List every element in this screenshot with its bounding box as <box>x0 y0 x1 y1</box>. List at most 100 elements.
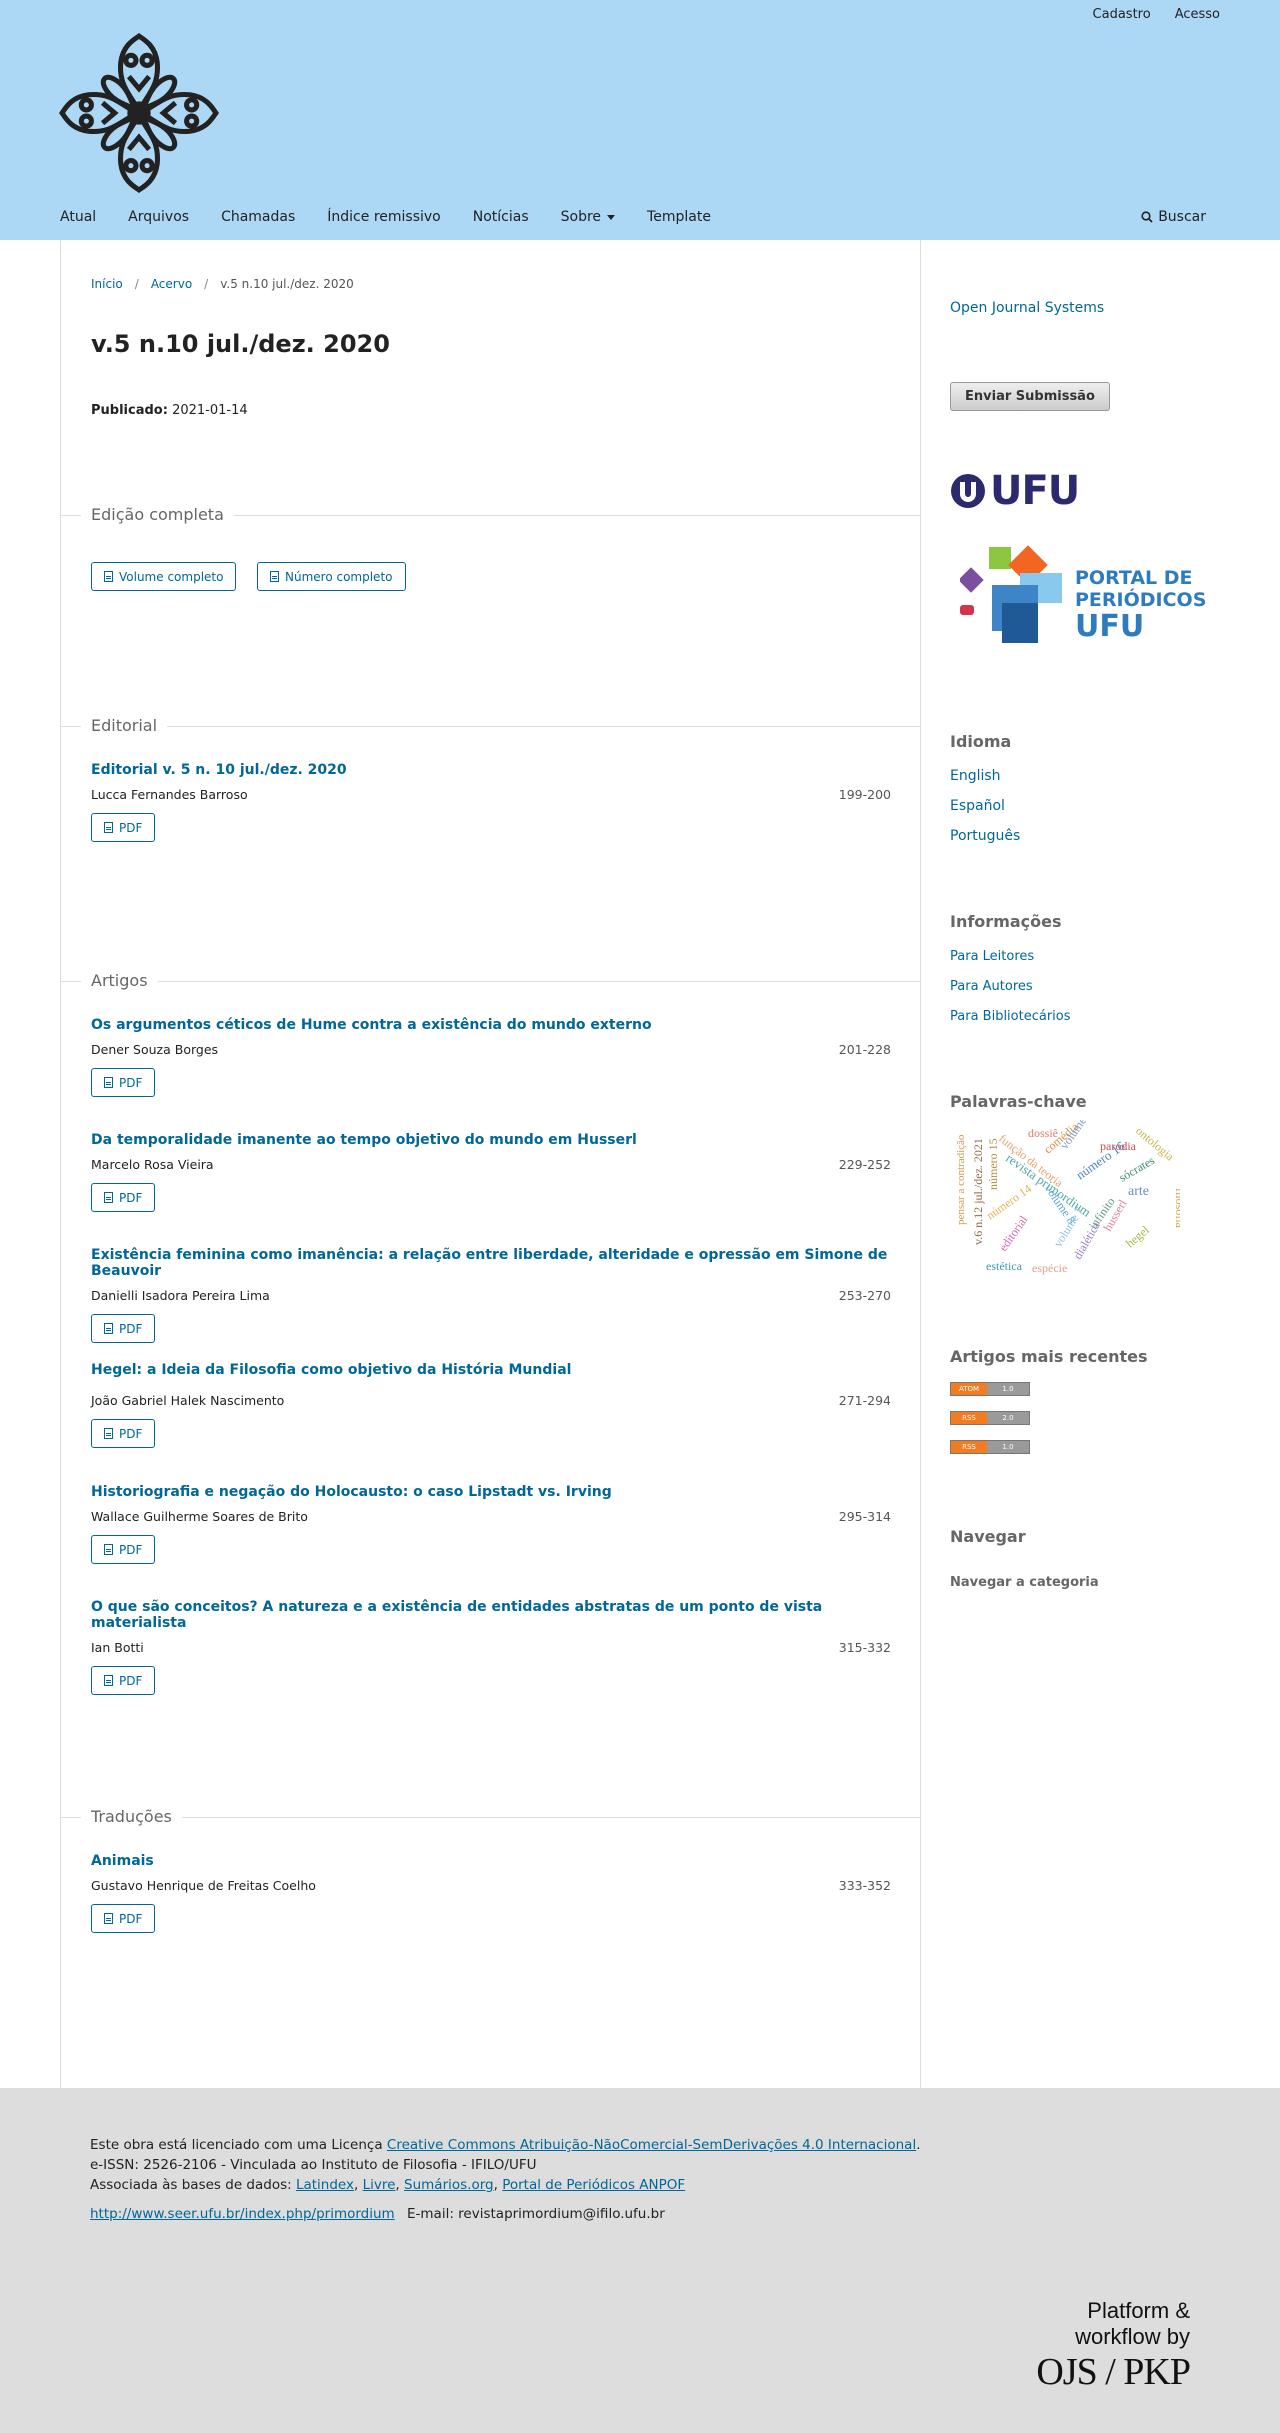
info-block-title: Informações <box>950 912 1062 931</box>
feed-version: 1.0 <box>987 1441 1029 1453</box>
keyword[interactable]: estética <box>986 1259 1023 1273</box>
breadcrumb: Início / Acervo / v.5 n.10 jul./dez. 202… <box>91 277 354 291</box>
page-title: v.5 n.10 jul./dez. 2020 <box>91 330 390 358</box>
article-title-link[interactable]: Animais <box>91 1853 891 1869</box>
pdf-button[interactable]: PDF <box>91 1419 156 1448</box>
section-divider <box>61 1817 921 1818</box>
keyword-cloud[interactable]: dossiê ontologia paródia comédia número … <box>950 1120 1180 1280</box>
journal-logo[interactable] <box>58 32 220 194</box>
ufu-emblem-icon <box>951 474 985 508</box>
index-sumarios-link[interactable]: Sumários.org <box>404 2177 494 2193</box>
article-pages: 315-332 <box>838 1640 891 1655</box>
pdf-button[interactable]: PDF <box>91 1314 156 1343</box>
article-title-link[interactable]: O que são conceitos? A natureza e a exis… <box>91 1599 891 1631</box>
language-espanol[interactable]: Español <box>950 798 1005 814</box>
keyword[interactable]: ontologia <box>1133 1124 1177 1164</box>
keyword[interactable]: arte <box>1128 1184 1149 1199</box>
section-title: Editorial <box>81 716 168 735</box>
ojs-link[interactable]: Open Journal Systems <box>950 300 1104 316</box>
keyword[interactable]: sócrates <box>1117 1153 1158 1185</box>
keyword[interactable]: v.6 n.12 jul./dez. 2021 <box>971 1138 985 1245</box>
keyword[interactable]: editorial <box>996 1212 1031 1253</box>
file-icon <box>104 1544 113 1555</box>
article-title-link[interactable]: Da temporalidade imanente ao tempo objet… <box>91 1132 891 1148</box>
pdf-button[interactable]: PDF <box>91 1183 156 1212</box>
contact-email: E-mail: revistaprimordium@ifilo.ufu.br <box>407 2206 665 2222</box>
article-title-link[interactable]: Hegel: a Ideia da Filosofia como objetiv… <box>91 1362 891 1378</box>
button-label: PDF <box>119 1075 143 1090</box>
button-label: PDF <box>119 1426 143 1441</box>
portal-logo-line: UFU <box>1075 609 1145 644</box>
browse-category-link[interactable]: Navegar a categoria <box>950 1575 1099 1590</box>
language-english[interactable]: English <box>950 768 1001 784</box>
article-author: Marcelo Rosa Vieira <box>91 1157 214 1172</box>
login-link[interactable]: Acesso <box>1175 7 1220 22</box>
file-icon <box>104 1913 113 1924</box>
file-icon <box>104 1428 113 1439</box>
full-volume-button[interactable]: Volume completo <box>91 562 237 591</box>
nav-index[interactable]: Índice remissivo <box>327 209 440 225</box>
caret-down-icon <box>607 214 616 220</box>
register-link[interactable]: Cadastro <box>1093 7 1151 22</box>
site-header: Cadastro Acesso Atual Arquivos Chamadas … <box>0 0 1280 240</box>
section-header-editorial: Editorial <box>61 716 921 736</box>
article-pages: 295-314 <box>838 1509 891 1524</box>
nav-about[interactable]: Sobre <box>560 209 616 225</box>
button-label: Volume completo <box>119 569 224 584</box>
nav-about-label: Sobre <box>560 209 602 225</box>
article-author: Wallace Guilherme Soares de Brito <box>91 1509 308 1524</box>
article-pages: 201-228 <box>838 1042 891 1057</box>
article-title-link[interactable]: Os argumentos céticos de Hume contra a e… <box>91 1017 891 1033</box>
full-issue-button[interactable]: Número completo <box>257 562 406 591</box>
button-label: PDF <box>119 1321 143 1336</box>
submit-button[interactable]: Enviar Submissão <box>950 382 1110 411</box>
info-readers-link[interactable]: Para Leitores <box>950 949 1034 964</box>
pkp-brand-link[interactable]: Platform & workflow by OJS / PKP <box>1030 2298 1191 2394</box>
license-prefix: Este obra está licenciado com uma Licenç… <box>90 2137 387 2153</box>
nav-archives[interactable]: Arquivos <box>128 209 189 225</box>
article-pages: 229-252 <box>838 1157 891 1172</box>
info-librarians-link[interactable]: Para Bibliotecários <box>950 1009 1071 1024</box>
portal-logo-line: PERIÓDICOS <box>1075 589 1207 611</box>
article-meta: Ian Botti 315-332 <box>91 1640 891 1655</box>
pdf-button[interactable]: PDF <box>91 1904 156 1933</box>
language-portugues[interactable]: Português <box>950 828 1020 844</box>
article-title-link[interactable]: Existência feminina como imanência: a re… <box>91 1247 891 1279</box>
license-link[interactable]: Creative Commons Atribuição-NãoComercial… <box>387 2137 916 2153</box>
keyword[interactable]: número 15 <box>986 1138 1000 1190</box>
article-pages: 199-200 <box>838 787 891 802</box>
pdf-button[interactable]: PDF <box>91 1666 156 1695</box>
rss2-feed-link[interactable]: RSS 2.0 <box>950 1411 1030 1425</box>
nav-calls[interactable]: Chamadas <box>221 209 295 225</box>
rss1-feed-link[interactable]: RSS 1.0 <box>950 1440 1030 1454</box>
nav-template[interactable]: Template <box>647 209 711 225</box>
ufu-logo[interactable]: UFU <box>950 468 1080 514</box>
info-authors-link[interactable]: Para Autores <box>950 979 1033 994</box>
index-anpof-link[interactable]: Portal de Periódicos ANPOF <box>502 2177 685 2193</box>
article-meta: João Gabriel Halek Nascimento 271-294 <box>91 1393 891 1408</box>
breadcrumb-home[interactable]: Início <box>91 277 123 291</box>
published-date: 2021-01-14 <box>172 403 248 418</box>
article-title-link[interactable]: Editorial v. 5 n. 10 jul./dez. 2020 <box>91 762 891 778</box>
footer-contact: http://www.seer.ufu.br/index.php/primord… <box>90 2206 665 2222</box>
pdf-button[interactable]: PDF <box>91 1535 156 1564</box>
pdf-button[interactable]: PDF <box>91 1068 156 1097</box>
keyword[interactable]: pensar a contradição <box>955 1134 967 1225</box>
keyword[interactable]: espécie <box>1032 1261 1067 1275</box>
published-label: Publicado: <box>91 403 168 418</box>
article-title-link[interactable]: Historiografia e negação do Holocausto: … <box>91 1484 891 1500</box>
keyword[interactable]: filosofia <box>1173 1188 1180 1229</box>
search-link[interactable]: Buscar <box>1141 209 1206 225</box>
nav-current[interactable]: Atual <box>60 209 96 225</box>
breadcrumb-archive[interactable]: Acervo <box>151 277 192 291</box>
keyword[interactable]: volume 9 <box>1057 1120 1094 1152</box>
journal-url-link[interactable]: http://www.seer.ufu.br/index.php/primord… <box>90 2206 395 2222</box>
portal-periodicos-logo[interactable]: PORTAL DE PERIÓDICOS UFU <box>960 545 1206 655</box>
keyword[interactable]: hegel <box>1123 1222 1152 1250</box>
atom-feed-link[interactable]: ATOM 1.0 <box>950 1382 1030 1396</box>
nav-news[interactable]: Notícias <box>473 209 529 225</box>
pdf-button[interactable]: PDF <box>91 813 156 842</box>
index-livre-link[interactable]: Livre <box>363 2177 396 2193</box>
index-latindex-link[interactable]: Latindex <box>296 2177 354 2193</box>
platform-line: workflow by <box>1075 2324 1190 2349</box>
